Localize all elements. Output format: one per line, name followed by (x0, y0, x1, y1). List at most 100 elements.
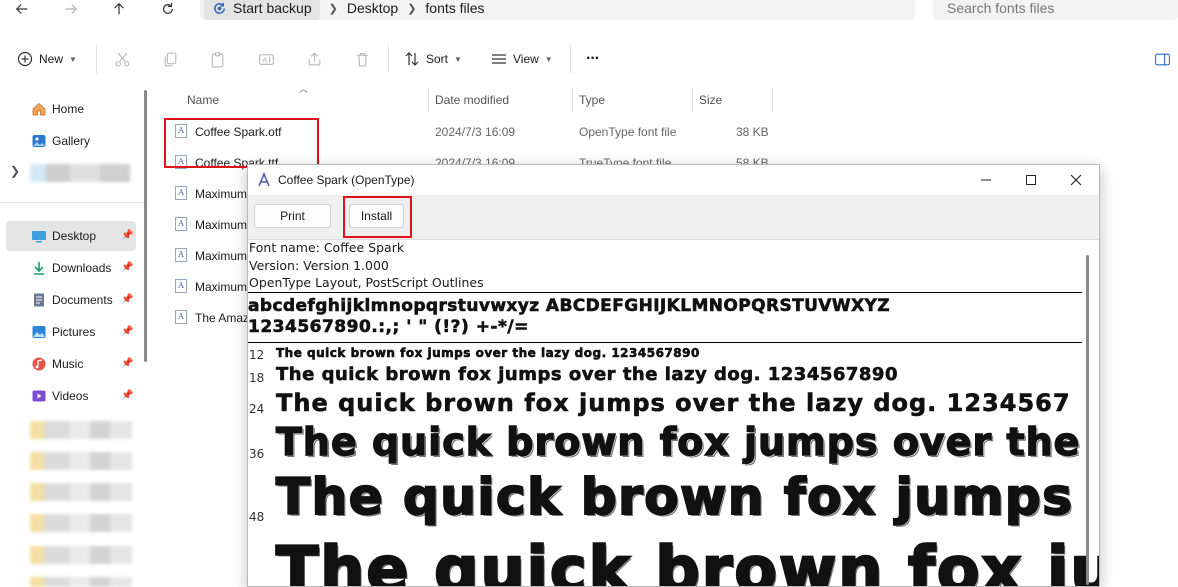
divider (772, 88, 773, 112)
documents-icon (31, 292, 47, 308)
cut-button[interactable] (112, 49, 132, 69)
view-list-icon (491, 51, 507, 67)
chevron-right-icon[interactable]: ❯ (10, 164, 20, 178)
divider (248, 292, 1082, 293)
redacted-item (30, 514, 132, 532)
details-pane-button[interactable] (1152, 49, 1172, 69)
sort-icon (404, 51, 420, 67)
column-header-name[interactable]: Name (187, 88, 219, 112)
file-name: The Amaz (195, 311, 249, 325)
sidebar-item-gallery[interactable]: Gallery (0, 126, 136, 156)
refresh-icon (161, 2, 175, 16)
divider (692, 88, 693, 112)
view-button[interactable]: View ▼ (491, 46, 553, 72)
pin-icon: 📌 (121, 262, 133, 274)
plus-circle-icon (17, 51, 33, 67)
scissors-icon (114, 51, 131, 68)
chevron-down-icon: ▼ (69, 55, 77, 64)
column-header-date[interactable]: Date modified (435, 88, 509, 112)
font-file-icon: A (175, 186, 187, 200)
sort-button[interactable]: Sort ▼ (404, 46, 462, 72)
more-options-button[interactable]: ··· (586, 46, 599, 72)
pin-icon: 📌 (121, 326, 133, 338)
column-header-size[interactable]: Size (699, 88, 722, 112)
share-button[interactable] (304, 49, 324, 69)
column-header-type[interactable]: Type (579, 88, 605, 112)
divider (570, 45, 571, 73)
close-button[interactable] (1053, 165, 1099, 195)
redacted-item (30, 483, 132, 501)
videos-icon (31, 388, 47, 404)
font-file-icon: A (175, 279, 187, 293)
new-button[interactable]: New ▼ (17, 46, 77, 72)
up-button[interactable] (107, 0, 131, 18)
file-size: 38 KB (736, 125, 769, 139)
sample-text: The quick brown fox ju (276, 533, 1099, 586)
sample-text: The quick brown fox jumps over the lazy … (276, 346, 700, 360)
print-button[interactable]: Print (254, 204, 331, 228)
sidebar-item-home[interactable]: Home (0, 94, 136, 124)
redacted-item (30, 546, 132, 564)
sample-text: The quick brown fox jumps over the (276, 420, 1080, 464)
minimize-button[interactable] (963, 165, 1009, 195)
delete-button[interactable] (352, 49, 372, 69)
chevron-right-icon: ❯ (320, 2, 347, 15)
sample-text: The quick brown fox jumps (276, 468, 1074, 526)
sidebar-item-label: Videos (52, 389, 88, 403)
sample-text: The quick brown fox jumps over the lazy … (276, 389, 1071, 417)
charset-line: abcdefghijklmnopqrstuvwxyz ABCDEFGHIJKLM… (248, 296, 890, 316)
preview-scrollbar[interactable] (1086, 255, 1089, 585)
sidebar-item-desktop[interactable]: Desktop 📌 (6, 221, 136, 251)
sidebar-item-documents[interactable]: Documents 📌 (0, 285, 136, 315)
redacted-item (30, 452, 132, 470)
desktop-icon (31, 228, 47, 244)
trash-icon (354, 51, 371, 68)
font-file-icon: A (175, 217, 187, 231)
sample-size-label: 36 (249, 447, 264, 461)
music-icon (31, 356, 47, 372)
sidebar-scrollbar[interactable] (144, 90, 147, 362)
file-name: Maximum (195, 280, 247, 294)
sidebar-item-label: Home (52, 102, 84, 116)
search-input[interactable]: Search fonts files (933, 0, 1178, 20)
charset-line: 1234567890.:,; ' " (!?) +-*/= (248, 317, 529, 337)
download-icon (31, 260, 47, 276)
window-titlebar[interactable]: Coffee Spark (OpenType) (248, 165, 1099, 195)
breadcrumb-label: Start backup (233, 0, 312, 16)
sample-size-label: 48 (249, 510, 264, 524)
sidebar-item-label: Music (52, 357, 83, 371)
breadcrumb-start-backup[interactable]: Start backup (204, 0, 320, 20)
clipboard-icon (209, 51, 226, 68)
maximize-button[interactable] (1008, 165, 1054, 195)
sidebar-item-pictures[interactable]: Pictures 📌 (0, 317, 136, 347)
divider (0, 202, 148, 203)
paste-button[interactable] (207, 49, 227, 69)
divider (96, 45, 97, 73)
sidebar-item-downloads[interactable]: Downloads 📌 (0, 253, 136, 283)
sidebar-item-label: Downloads (52, 261, 111, 275)
copy-button[interactable] (160, 49, 180, 69)
forward-button[interactable] (59, 0, 83, 18)
sort-label: Sort (426, 52, 448, 66)
refresh-button[interactable] (156, 0, 180, 18)
sidebar-item-videos[interactable]: Videos 📌 (0, 381, 136, 411)
sample-size-label: 12 (249, 348, 264, 362)
breadcrumb-fonts-files[interactable]: fonts files (425, 0, 484, 20)
address-bar: Start backup ❯ Desktop ❯ fonts files Sea… (0, 0, 1178, 22)
close-icon (1070, 174, 1082, 186)
sample-text: The quick brown fox jumps over the lazy … (276, 364, 898, 385)
sidebar-item-music[interactable]: Music 📌 (0, 349, 136, 379)
back-button[interactable] (10, 0, 34, 18)
arrow-left-icon (15, 2, 29, 16)
redacted-item (30, 421, 132, 439)
divider (428, 88, 429, 112)
breadcrumb-desktop[interactable]: Desktop (347, 0, 398, 20)
sidebar-item-label: Documents (52, 293, 113, 307)
view-label: View (513, 52, 539, 66)
rename-button[interactable]: A (256, 49, 276, 69)
file-name: Maximum (195, 218, 247, 232)
window-title: Coffee Spark (OpenType) (278, 173, 415, 187)
gallery-icon (31, 133, 47, 149)
font-app-icon (256, 172, 272, 188)
redacted-item (30, 164, 130, 182)
